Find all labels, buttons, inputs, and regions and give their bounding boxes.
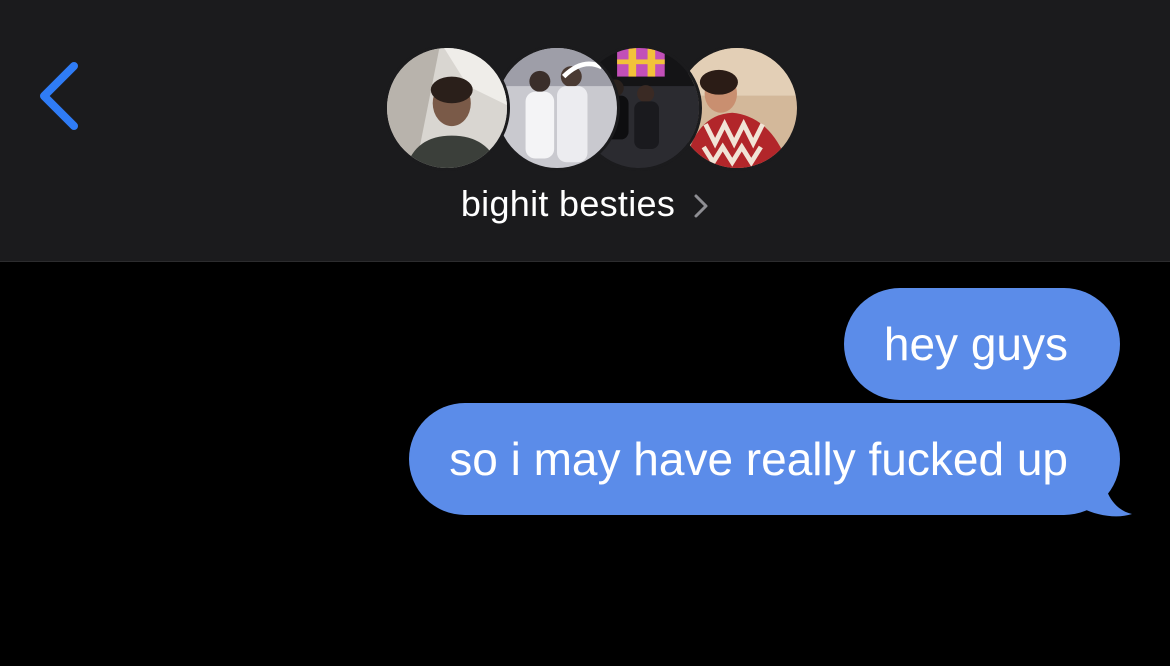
avatar[interactable]: [384, 45, 510, 171]
chevron-right-icon: [694, 194, 708, 218]
chevron-left-icon: [40, 62, 78, 130]
avatar-photo-1: [387, 48, 507, 168]
avatar-photo-2: [497, 48, 617, 168]
message-text: hey guys: [883, 318, 1068, 370]
message-text: so i may have really fucked up: [449, 433, 1068, 485]
message-bubble-outgoing[interactable]: hey guys: [843, 288, 1120, 400]
conversation-screen: bighit besties hey guys so i may have re…: [0, 0, 1170, 666]
message-list: hey guys so i may have really fucked up: [0, 262, 1170, 666]
message-bubble-outgoing[interactable]: so i may have really fucked up: [409, 403, 1120, 515]
group-name: bighit besties: [460, 183, 676, 224]
group-details-button[interactable]: bighit besties: [0, 183, 1170, 225]
group-avatars[interactable]: [384, 45, 800, 171]
avatar[interactable]: [494, 45, 620, 171]
conversation-header: bighit besties: [0, 0, 1170, 262]
back-button[interactable]: [30, 56, 90, 136]
bubble-tail: [1066, 462, 1132, 517]
